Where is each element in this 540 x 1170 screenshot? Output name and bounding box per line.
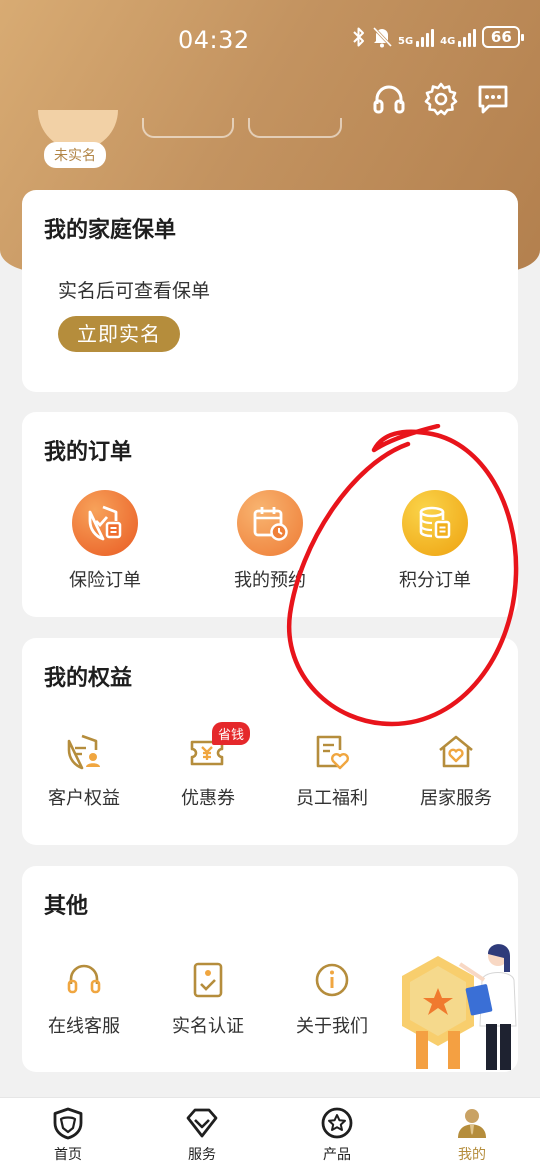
signal-4g-icon: 4G [440, 27, 477, 47]
verify-now-button[interactable]: 立即实名 [58, 316, 180, 352]
family-policy-title: 我的家庭保单 [44, 218, 177, 243]
rights-label: 员工福利 [296, 788, 368, 809]
other-item-verification[interactable]: 实名认证 [146, 960, 270, 1038]
tab-label: 产品 [323, 1147, 351, 1163]
unverified-badge[interactable]: 未实名 [44, 142, 106, 168]
headset-icon[interactable] [372, 82, 406, 116]
insurance-order-icon [72, 490, 138, 556]
network-5g-label: 5G [398, 36, 414, 47]
employee-benefit-icon [316, 735, 349, 770]
message-icon[interactable] [476, 82, 510, 116]
bluetooth-icon [353, 27, 364, 47]
signal-5g-icon: 5G [398, 27, 435, 47]
profile-tag-pill[interactable] [142, 118, 234, 138]
order-label: 保险订单 [69, 570, 141, 591]
rights-item-employee[interactable]: 员工福利 [270, 732, 394, 810]
family-policy-card: 我的家庭保单 实名后可查看保单 立即实名 [22, 190, 518, 392]
orders-card: 我的订单 保险订单 我的预约 积分订单 [22, 412, 518, 617]
mute-bell-icon [372, 26, 392, 48]
other-label: 实名认证 [172, 1016, 244, 1037]
header-actions [372, 82, 510, 116]
appointment-icon [237, 490, 303, 556]
tab-service[interactable]: 服务 [152, 1106, 252, 1164]
save-money-badge: 省钱 [212, 722, 251, 745]
points-order-icon [402, 490, 468, 556]
order-label: 我的预约 [234, 570, 306, 591]
verification-icon [193, 962, 223, 998]
person-icon [458, 1109, 486, 1138]
order-item-appointment[interactable]: 我的预约 [200, 490, 340, 592]
star-icon [321, 1107, 353, 1139]
settings-icon[interactable] [424, 82, 458, 116]
order-label: 积分订单 [399, 570, 471, 591]
customer-rights-icon [67, 734, 100, 770]
rights-title: 我的权益 [44, 666, 133, 691]
other-label: 在线客服 [48, 1016, 120, 1037]
other-item-online-service[interactable]: 在线客服 [22, 960, 146, 1038]
order-item-insurance[interactable]: 保险订单 [35, 490, 175, 592]
bottom-tab-bar: 首页 服务 产品 我的 [0, 1097, 540, 1170]
other-label: 关于我们 [296, 1016, 368, 1037]
rights-label: 客户权益 [48, 788, 120, 809]
headset-icon [67, 964, 101, 994]
tab-label: 我的 [458, 1147, 486, 1163]
battery-icon: 66 [482, 26, 525, 48]
network-4g-label: 4G [440, 36, 456, 47]
home-service-icon [439, 735, 473, 768]
home-shield-icon [53, 1107, 83, 1140]
customer-service-illustration [402, 944, 517, 1070]
rights-label: 居家服务 [420, 788, 492, 809]
tab-product[interactable]: 产品 [287, 1106, 387, 1164]
rights-item-customer[interactable]: 客户权益 [22, 732, 146, 810]
orders-title: 我的订单 [44, 440, 133, 465]
status-time: 04:32 [178, 26, 250, 54]
tab-mine[interactable]: 我的 [422, 1106, 522, 1164]
tab-home[interactable]: 首页 [18, 1106, 118, 1164]
profile-tag-pill[interactable] [248, 118, 342, 138]
family-policy-hint: 实名后可查看保单 [58, 280, 211, 302]
info-icon [315, 963, 349, 997]
rights-item-coupon[interactable]: 优惠券 [146, 732, 270, 810]
rights-item-home-service[interactable]: 居家服务 [394, 732, 518, 810]
other-card: 其他 在线客服 实名认证 关于我们 [22, 866, 518, 1072]
status-bar: 04:32 5G 4G 66 [0, 0, 540, 80]
rights-label: 优惠券 [181, 788, 235, 809]
rights-card: 我的权益 客户权益 优惠券 员工福利 居家服务 省钱 [22, 638, 518, 845]
diamond-icon [186, 1108, 218, 1138]
tab-label: 首页 [54, 1147, 82, 1163]
status-icons: 5G 4G 66 [352, 26, 525, 48]
order-item-points[interactable]: 积分订单 [365, 490, 505, 592]
tab-label: 服务 [188, 1147, 216, 1163]
other-item-about[interactable]: 关于我们 [270, 960, 394, 1038]
other-title: 其他 [44, 894, 89, 919]
